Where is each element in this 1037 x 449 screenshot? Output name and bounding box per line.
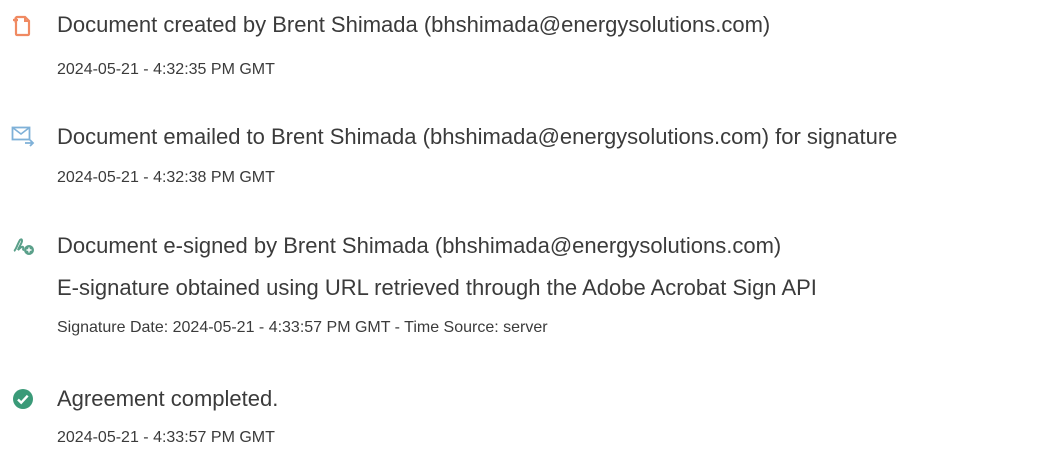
check-circle-icon <box>11 387 35 411</box>
event-message: Agreement completed. <box>57 386 279 411</box>
document-emailed-icon <box>11 124 35 148</box>
event-timestamp: 2024-05-21 - 4:32:38 PM GMT <box>57 169 275 186</box>
event-timestamp: 2024-05-21 - 4:32:35 PM GMT <box>57 61 275 78</box>
event-message: Document emailed to Brent Shimada (bhshi… <box>57 124 898 149</box>
event-timestamp: Signature Date: 2024-05-21 - 4:33:57 PM … <box>57 319 548 336</box>
event-detail: E-signature obtained using URL retrieved… <box>57 275 817 300</box>
event-message: Document created by Brent Shimada (bhshi… <box>57 12 771 37</box>
event-message: Document e-signed by Brent Shimada (bhsh… <box>57 233 782 258</box>
event-timestamp: 2024-05-21 - 4:33:57 PM GMT <box>57 429 275 446</box>
document-signed-icon <box>11 233 35 257</box>
document-created-icon <box>11 14 35 38</box>
